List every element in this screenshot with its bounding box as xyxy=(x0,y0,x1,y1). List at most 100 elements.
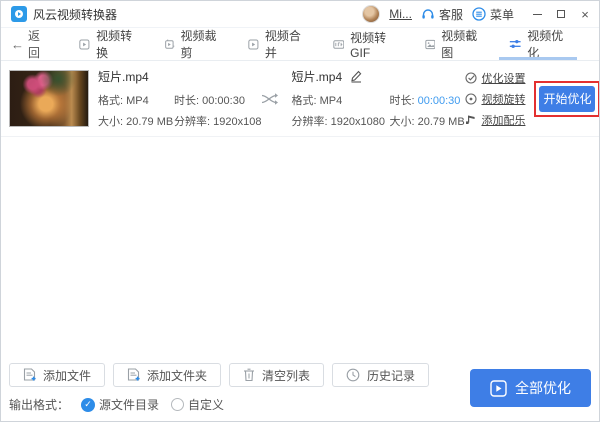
optimize-options: 优化设置 视频旋转 添加配乐 xyxy=(465,70,525,128)
bottom-toolbar: 添加文件 添加文件夹 清空列表 历史记录 xyxy=(9,363,430,387)
source-resolution: 分辨率: 1920x108 xyxy=(174,116,262,128)
close-button[interactable]: × xyxy=(579,7,591,21)
headset-icon xyxy=(422,8,434,19)
start-optimize-wrap: 开始优化 xyxy=(534,80,599,117)
username-link[interactable]: Mi... xyxy=(389,7,412,21)
tab-label: 视频转GIF xyxy=(350,30,387,60)
app-window: 风云视频转换器 Mi... 客服 菜单 × ← 返回 视频转换 视频裁剪 视频合… xyxy=(0,0,600,422)
clear-list-label: 清空列表 xyxy=(262,368,311,383)
output-format-row: 输出格式： ✓ 源文件目录 自定义 xyxy=(9,396,224,413)
video-optimize-icon xyxy=(509,40,521,48)
output-duration[interactable]: 时长: 00:00:30 xyxy=(389,92,464,108)
maximize-icon xyxy=(557,10,565,18)
video-to-gif-icon xyxy=(332,39,344,49)
radio-source-directory-label: 源文件目录 xyxy=(99,398,160,412)
source-file-name: 短片.mp4 xyxy=(98,70,149,84)
user-avatar[interactable] xyxy=(362,5,381,23)
radio-source-directory[interactable]: ✓ 源文件目录 xyxy=(81,396,159,413)
optimize-settings-label: 优化设置 xyxy=(481,72,526,85)
app-identity: 风云视频转换器 xyxy=(11,6,117,23)
source-size: 大小: 20.79 MB xyxy=(98,116,174,128)
video-crop-icon xyxy=(164,39,175,49)
radio-custom[interactable]: 自定义 xyxy=(171,396,224,413)
add-folder-label: 添加文件夹 xyxy=(147,368,208,383)
add-folder-button[interactable]: 添加文件夹 xyxy=(113,363,222,387)
add-file-icon xyxy=(23,367,36,381)
shuffle-icon xyxy=(262,92,279,105)
output-format-label: 输出格式： xyxy=(9,398,70,412)
tab-video-crop[interactable]: 视频裁剪 xyxy=(158,28,226,60)
rotate-icon xyxy=(465,92,478,105)
source-file-details: 格式: MP4 时长: 00:00:30 大小: 20.79 MB 分辨率: 1… xyxy=(98,92,261,129)
add-file-label: 添加文件 xyxy=(43,368,92,383)
titlebar: 风云视频转换器 Mi... 客服 菜单 × xyxy=(1,1,599,28)
clock-icon xyxy=(346,368,360,382)
add-music-link[interactable]: 添加配乐 xyxy=(465,112,525,128)
tab-label: 视频转换 xyxy=(96,29,133,60)
clear-list-button[interactable]: 清空列表 xyxy=(229,363,325,387)
video-thumbnail xyxy=(9,70,89,127)
back-arrow-icon: ← xyxy=(11,36,24,52)
output-resolution: 分辨率: 1920x1080 xyxy=(291,116,386,128)
radio-unchecked-icon xyxy=(171,398,185,411)
history-label: 历史记录 xyxy=(367,368,416,383)
output-size: 大小: 20.79 MB xyxy=(389,116,465,128)
add-file-button[interactable]: 添加文件 xyxy=(9,363,106,387)
close-icon: × xyxy=(581,6,589,22)
tab-video-merge[interactable]: 视频合并 xyxy=(242,28,310,60)
output-file-name: 短片.mp4 xyxy=(291,70,343,84)
play-square-icon xyxy=(490,379,507,397)
source-format: 格式: MP4 xyxy=(98,95,149,107)
back-button[interactable]: ← 返回 xyxy=(11,27,47,61)
circle-check-icon xyxy=(465,71,478,84)
history-button[interactable]: 历史记录 xyxy=(332,363,430,387)
tab-label: 视频合并 xyxy=(264,29,301,60)
nav-tabs: 视频转换 视频裁剪 视频合并 视频转GIF 视频截图 视频优化 xyxy=(73,28,589,60)
video-merge-icon xyxy=(248,38,259,50)
app-logo-icon xyxy=(11,6,27,22)
source-file-info: 短片.mp4 格式: MP4 时长: 00:00:30 大小: 20.79 MB… xyxy=(98,68,261,129)
titlebar-right: Mi... 客服 菜单 × xyxy=(362,5,591,23)
optimize-settings-link[interactable]: 优化设置 xyxy=(465,70,525,86)
file-list: 短片.mp4 格式: MP4 时长: 00:00:30 大小: 20.79 MB… xyxy=(1,61,599,137)
music-note-icon xyxy=(466,115,476,124)
window-controls: × xyxy=(531,7,591,21)
video-screenshot-icon xyxy=(424,39,435,49)
video-rotate-link[interactable]: 视频旋转 xyxy=(465,91,525,107)
radio-checked-icon: ✓ xyxy=(81,397,96,412)
video-convert-icon xyxy=(79,38,90,50)
tab-label: 视频截图 xyxy=(441,29,478,60)
menu-button[interactable]: 菜单 xyxy=(472,6,514,23)
output-file-details: 格式: MP4 时长: 00:00:30 分辨率: 1920x1080 大小: … xyxy=(291,92,465,129)
tab-video-screenshot[interactable]: 视频截图 xyxy=(419,28,487,60)
optimize-all-button[interactable]: 全部优化 xyxy=(470,369,591,407)
tab-label: 视频裁剪 xyxy=(180,29,217,60)
convert-direction xyxy=(261,91,279,107)
add-folder-icon xyxy=(127,367,140,381)
radio-custom-label: 自定义 xyxy=(188,398,225,412)
tab-label: 视频优化 xyxy=(527,29,564,60)
output-file-name-row: 短片.mp4 xyxy=(291,68,463,85)
edit-icon[interactable] xyxy=(349,70,363,83)
video-rotate-label: 视频旋转 xyxy=(481,93,526,106)
customer-service-button[interactable]: 客服 xyxy=(421,6,463,23)
customer-service-label: 客服 xyxy=(438,7,463,22)
tab-video-optimize[interactable]: 视频优化 xyxy=(498,28,578,60)
app-title: 风云视频转换器 xyxy=(33,7,118,22)
menu-label: 菜单 xyxy=(489,7,514,22)
start-optimize-button[interactable]: 开始优化 xyxy=(539,85,596,112)
maximize-button[interactable] xyxy=(555,7,567,21)
add-music-label: 添加配乐 xyxy=(481,114,526,127)
optimize-all-label: 全部优化 xyxy=(515,380,571,396)
back-label: 返回 xyxy=(28,29,41,60)
minimize-button[interactable] xyxy=(531,7,543,21)
file-row[interactable]: 短片.mp4 格式: MP4 时长: 00:00:30 大小: 20.79 MB… xyxy=(1,61,599,137)
source-duration: 时长: 00:00:30 xyxy=(174,95,245,107)
tab-video-to-gif[interactable]: 视频转GIF xyxy=(327,28,403,60)
navbar: ← 返回 视频转换 视频裁剪 视频合并 视频转GIF 视频截图 视频优化 xyxy=(1,28,599,61)
output-file-info: 短片.mp4 格式: MP4 时长: 00:00:30 分辨率: 1920x10… xyxy=(291,68,465,129)
trash-icon xyxy=(244,368,255,382)
output-format: 格式: MP4 xyxy=(291,95,343,107)
tab-video-convert[interactable]: 视频转换 xyxy=(73,28,141,60)
minimize-icon xyxy=(532,13,542,15)
